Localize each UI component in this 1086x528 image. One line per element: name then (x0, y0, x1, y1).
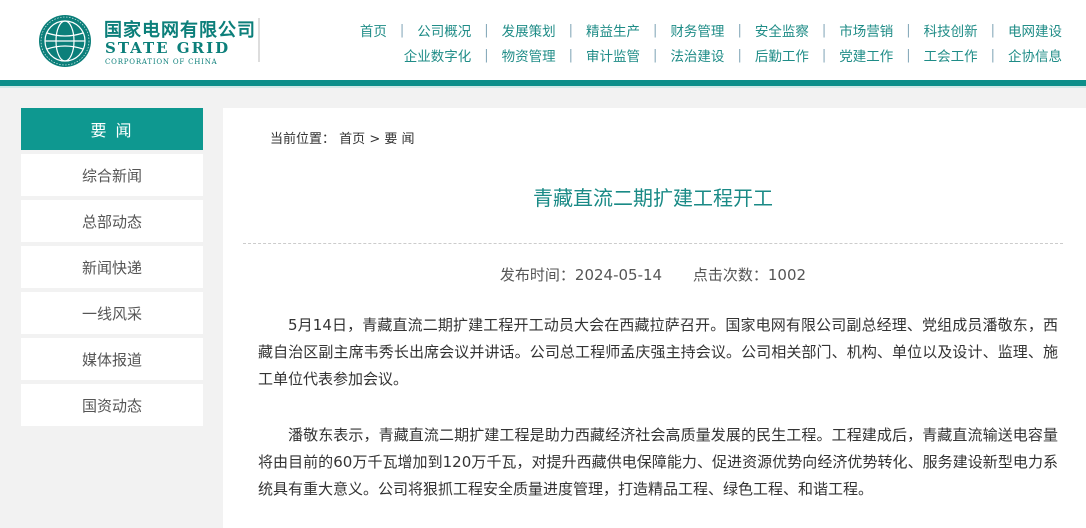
logo-divider (258, 18, 260, 62)
header-accent-line (0, 86, 1086, 88)
article-title: 青藏直流二期扩建工程开工 (533, 186, 773, 210)
nav-home[interactable]: 首页 (360, 20, 387, 40)
article-paragraph-2: 潘敬东表示，青藏直流二期扩建工程是助力西藏经济社会高质量发展的民生工程。工程建成… (258, 426, 1058, 498)
logo-english-name: STATE GRID (105, 39, 231, 57)
nav-union[interactable]: 工会工作 (924, 45, 978, 65)
title-divider (243, 243, 1063, 244)
nav-materials[interactable]: 物资管理 (502, 45, 556, 65)
article-panel: 当前位置： 首页 > 要 闻 青藏直流二期扩建工程开工 发布时间：2024-05… (223, 108, 1086, 528)
nav-innovation[interactable]: 科技创新 (924, 20, 978, 40)
breadcrumb-label: 当前位置： (270, 132, 336, 147)
nav-logistics[interactable]: 后勤工作 (755, 45, 809, 65)
sidebar-item-news-express[interactable]: 新闻快递 (21, 246, 203, 288)
sidebar-item-media-reports[interactable]: 媒体报道 (21, 338, 203, 380)
sidebar-item-frontline[interactable]: 一线风采 (21, 292, 203, 334)
state-grid-globe-icon (39, 15, 91, 67)
breadcrumb-home-link[interactable]: 首页 (339, 132, 365, 147)
nav-finance[interactable]: 财务管理 (670, 20, 724, 40)
nav-party-building[interactable]: 党建工作 (839, 45, 893, 65)
sidebar-item-hq-updates[interactable]: 总部动态 (21, 200, 203, 242)
breadcrumb-separator: > (369, 132, 381, 147)
nav-audit[interactable]: 审计监管 (586, 45, 640, 65)
nav-marketing[interactable]: 市场营销 (839, 20, 893, 40)
nav-lean-production[interactable]: 精益生产 (586, 20, 640, 40)
article-paragraph-1: 5月14日，青藏直流二期扩建工程开工动员大会在西藏拉萨召开。国家电网有限公司副总… (258, 316, 1058, 388)
site-header: 国家电网有限公司 STATE GRID CORPORATION OF CHINA… (0, 0, 1086, 80)
nav-company-overview[interactable]: 公司概况 (417, 20, 471, 40)
nav-development-planning[interactable]: 发展策划 (502, 20, 556, 40)
nav-legal[interactable]: 法治建设 (670, 45, 724, 65)
nav-enterprise-association[interactable]: 企协信息 (1008, 45, 1062, 65)
top-nav-row-1: 首页 | 公司概况 | 发展策划 | 精益生产 | 财务管理 | 安全监察 | 市场营销 | … (360, 20, 1062, 41)
sidebar-item-general-news[interactable]: 综合新闻 (21, 154, 203, 196)
nav-safety[interactable]: 安全监察 (755, 20, 809, 40)
breadcrumb-current[interactable]: 要 闻 (384, 132, 414, 147)
sidebar-title[interactable]: 要 闻 (21, 108, 203, 150)
sidebar: 要 闻 综合新闻 总部动态 新闻快递 一线风采 媒体报道 国资动态 (21, 108, 203, 426)
nav-grid-construction[interactable]: 电网建设 (1008, 20, 1062, 40)
state-grid-logo[interactable]: 国家电网有限公司 STATE GRID CORPORATION OF CHINA (38, 12, 255, 70)
article-meta: 发布时间：2024-05-14 点击次数：1002 (223, 264, 1083, 285)
publish-date: 发布时间：2024-05-14 (499, 266, 663, 284)
breadcrumb: 当前位置： 首页 > 要 闻 (270, 128, 415, 147)
sidebar-item-sasac-updates[interactable]: 国资动态 (21, 384, 203, 426)
click-count: 点击次数：1002 (692, 266, 807, 284)
top-nav-row-2: 企业数字化 | 物资管理 | 审计监管 | 法治建设 | 后勤工作 | 党建工作 | 工会工… (404, 45, 1062, 66)
logo-english-subtitle: CORPORATION OF CHINA (105, 58, 218, 66)
nav-digitalization[interactable]: 企业数字化 (404, 45, 472, 65)
